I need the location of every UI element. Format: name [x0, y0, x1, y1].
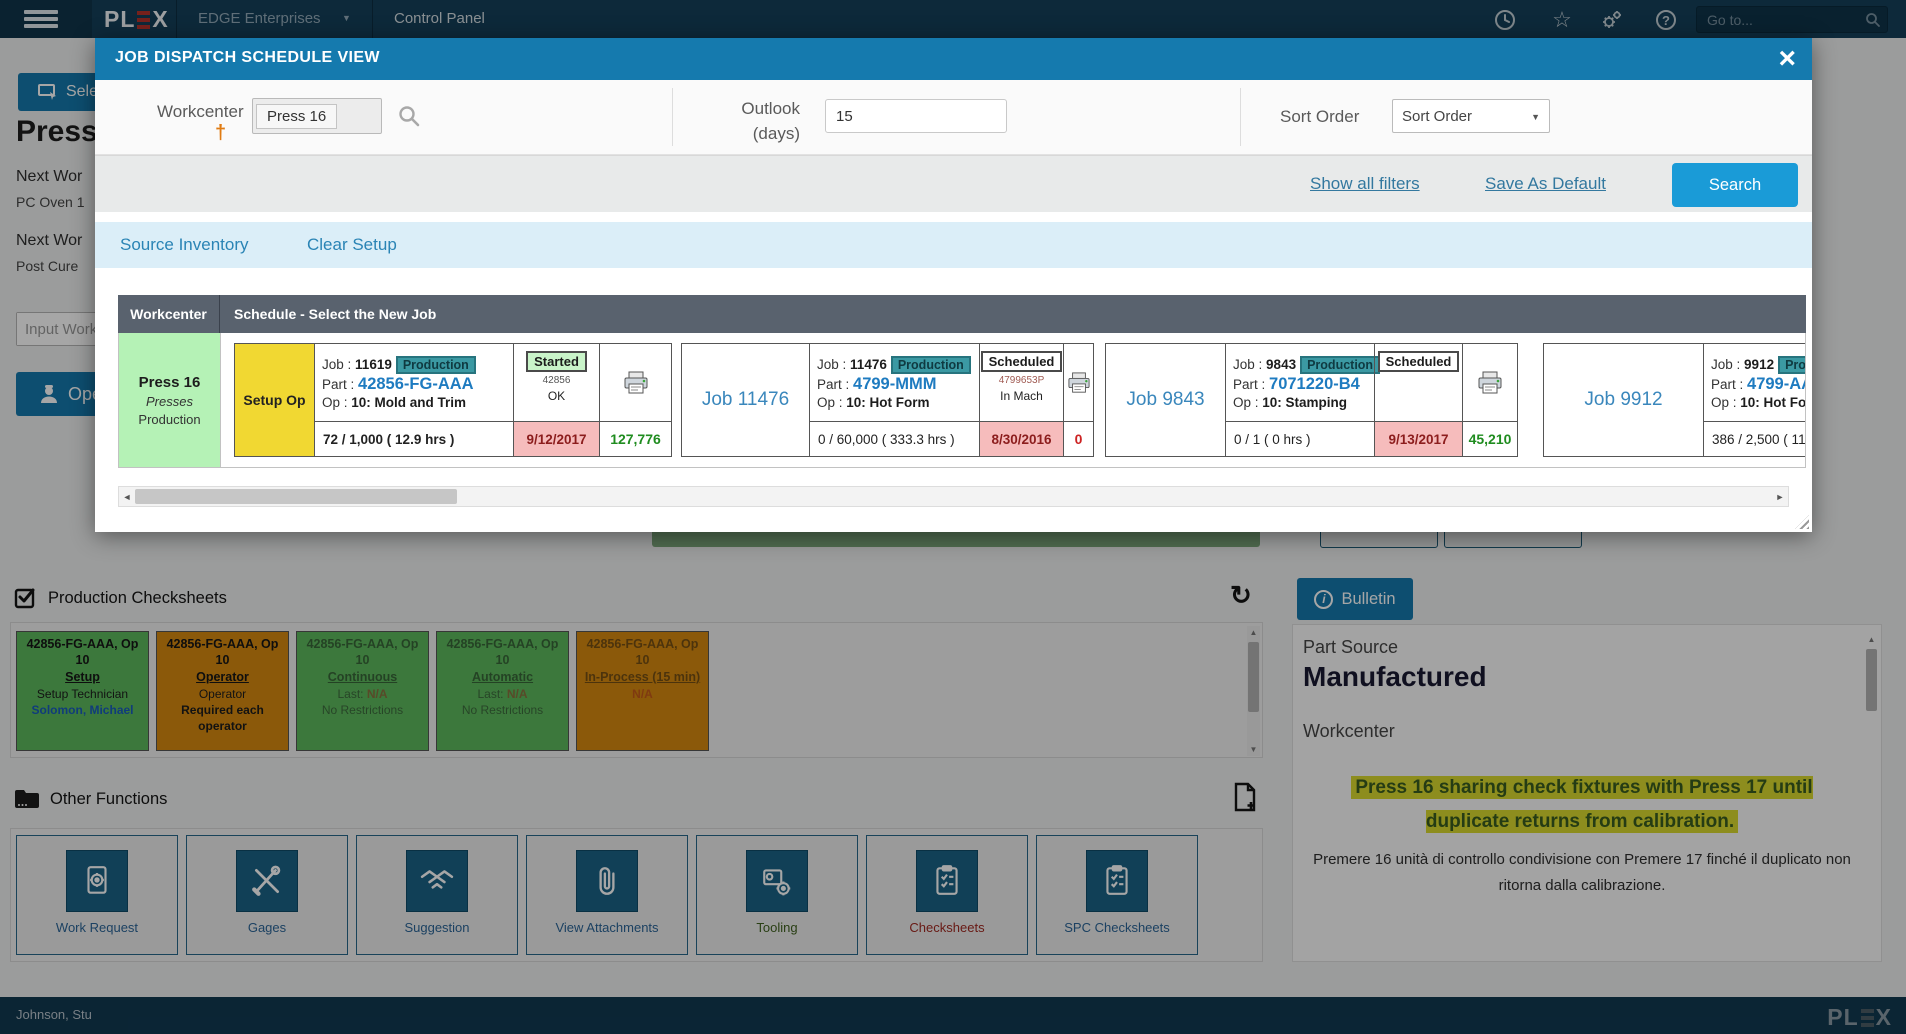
workcenter-filter-field[interactable]: Press 16	[252, 98, 382, 134]
workcenter-search-icon[interactable]	[397, 104, 421, 128]
close-icon[interactable]: ×	[1778, 40, 1796, 78]
due-date: 9/13/2017	[1374, 422, 1462, 456]
status-cell: Scheduled	[1374, 344, 1462, 421]
job-card-11476[interactable]: Job 11476 Job : 11476Production Part : 4…	[681, 343, 1094, 457]
part-link[interactable]: 42856-FG-AAA	[358, 375, 474, 393]
part-link[interactable]: 7071220-B4	[1269, 375, 1360, 393]
job-link[interactable]: Job 9912	[1544, 344, 1704, 456]
schedule-table: Workcenter Schedule - Select the New Job…	[118, 295, 1806, 468]
show-all-filters-link[interactable]: Show all filters	[1310, 156, 1420, 212]
sort-order-select[interactable]: Sort Order ▼	[1392, 99, 1550, 133]
table-header: Workcenter Schedule - Select the New Job	[118, 295, 1806, 333]
search-button[interactable]: Search	[1672, 163, 1798, 207]
print-button[interactable]	[1462, 344, 1517, 421]
production-badge: Production	[396, 356, 476, 374]
toolbar-band: Source Inventory Clear Setup	[95, 222, 1812, 268]
job-card-9912[interactable]: Job 9912 Job : 9912Production Part : 479…	[1543, 343, 1805, 457]
production-badge: Production	[1300, 356, 1380, 374]
quantity-progress: 0 / 60,000 ( 333.3 hrs )	[810, 422, 979, 456]
header-schedule: Schedule - Select the New Job	[219, 295, 1806, 333]
job-link[interactable]: Job 11476	[682, 344, 810, 456]
quantity-progress: 0 / 1 ( 0 hrs )	[1226, 422, 1374, 456]
inventory-count: 127,776	[599, 422, 671, 456]
scrollbar-track[interactable]	[135, 487, 1772, 506]
inventory-count: 45,210	[1462, 422, 1517, 456]
scrollbar-thumb[interactable]	[135, 489, 457, 504]
workcenter-group: Presses	[146, 394, 193, 409]
inventory-count: 0	[1063, 422, 1093, 456]
clear-setup-link[interactable]: Clear Setup	[307, 222, 397, 268]
workcenter-label: Workcenter	[157, 102, 244, 122]
due-date: 9/12/2017	[513, 422, 599, 456]
print-button[interactable]	[599, 344, 671, 421]
modal-resize-handle[interactable]	[1795, 515, 1809, 529]
part-link[interactable]: 4799-AAA	[1747, 375, 1805, 393]
scroll-right-icon[interactable]: ►	[1772, 492, 1788, 502]
print-button[interactable]	[1063, 344, 1093, 421]
filter-row: Workcenter † Press 16 Outlook (days) Sor…	[95, 80, 1812, 155]
workcenter-filter-value: Press 16	[256, 104, 337, 129]
quantity-progress: 72 / 1,000 ( 12.9 hrs )	[315, 422, 513, 456]
divider	[1240, 88, 1241, 146]
job-link[interactable]: Job 9843	[1106, 344, 1226, 456]
job-dispatch-modal: JOB DISPATCH SCHEDULE VIEW × Workcenter …	[95, 38, 1812, 532]
sort-order-label: Sort Order	[1280, 107, 1359, 127]
filter-actions-row: Show all filters Save As Default Search	[95, 155, 1812, 212]
table-horizontal-scrollbar[interactable]: ◄ ►	[118, 486, 1789, 507]
status-cell: Scheduled 4799653P In Mach	[979, 344, 1063, 421]
quantity-progress: 386 / 2,500 ( 11.7 hrs )	[1704, 422, 1805, 456]
production-badge: Production	[891, 356, 971, 374]
sort-order-value: Sort Order	[1402, 108, 1472, 125]
status-sub: 4799653P	[999, 375, 1045, 386]
status-badge: Scheduled	[1378, 351, 1460, 372]
job-card-11619[interactable]: Setup Op Job : 11619Production Part : 42…	[234, 343, 672, 457]
source-inventory-link[interactable]: Source Inventory	[120, 222, 249, 268]
header-workcenter: Workcenter	[118, 295, 219, 333]
required-marker: †	[215, 122, 226, 145]
scroll-left-icon[interactable]: ◄	[119, 492, 135, 502]
modal-title: JOB DISPATCH SCHEDULE VIEW	[115, 49, 380, 67]
due-date: 8/30/2016	[979, 422, 1063, 456]
setup-op-cell: Setup Op	[235, 344, 315, 456]
modal-header: JOB DISPATCH SCHEDULE VIEW ×	[95, 38, 1812, 80]
job-card-9843[interactable]: Job 9843 Job : 9843Production Part : 707…	[1105, 343, 1518, 457]
table-row: Press 16 Presses Production Setup Op Job…	[118, 333, 1806, 468]
workcenter-name: Press 16	[139, 374, 201, 391]
status-sub: OK	[548, 389, 565, 403]
status-cell: Started 42856 OK	[513, 344, 599, 421]
outlook-days-input[interactable]	[825, 99, 1007, 133]
status-sub: In Mach	[1000, 389, 1043, 403]
part-link[interactable]: 4799-MMM	[853, 375, 936, 393]
production-badge: Production	[1778, 356, 1805, 374]
status-sub: 42856	[543, 375, 571, 386]
outlook-label: Outlook (days)	[660, 96, 800, 146]
status-badge: Scheduled	[981, 351, 1063, 372]
save-as-default-link[interactable]: Save As Default	[1485, 156, 1606, 212]
chevron-down-icon: ▼	[1531, 112, 1540, 122]
schedule-cell: Setup Op Job : 11619Production Part : 42…	[220, 333, 1805, 467]
status-badge: Started	[526, 351, 587, 372]
workcenter-type: Production	[138, 412, 200, 427]
workcenter-cell[interactable]: Press 16 Presses Production	[119, 333, 220, 467]
